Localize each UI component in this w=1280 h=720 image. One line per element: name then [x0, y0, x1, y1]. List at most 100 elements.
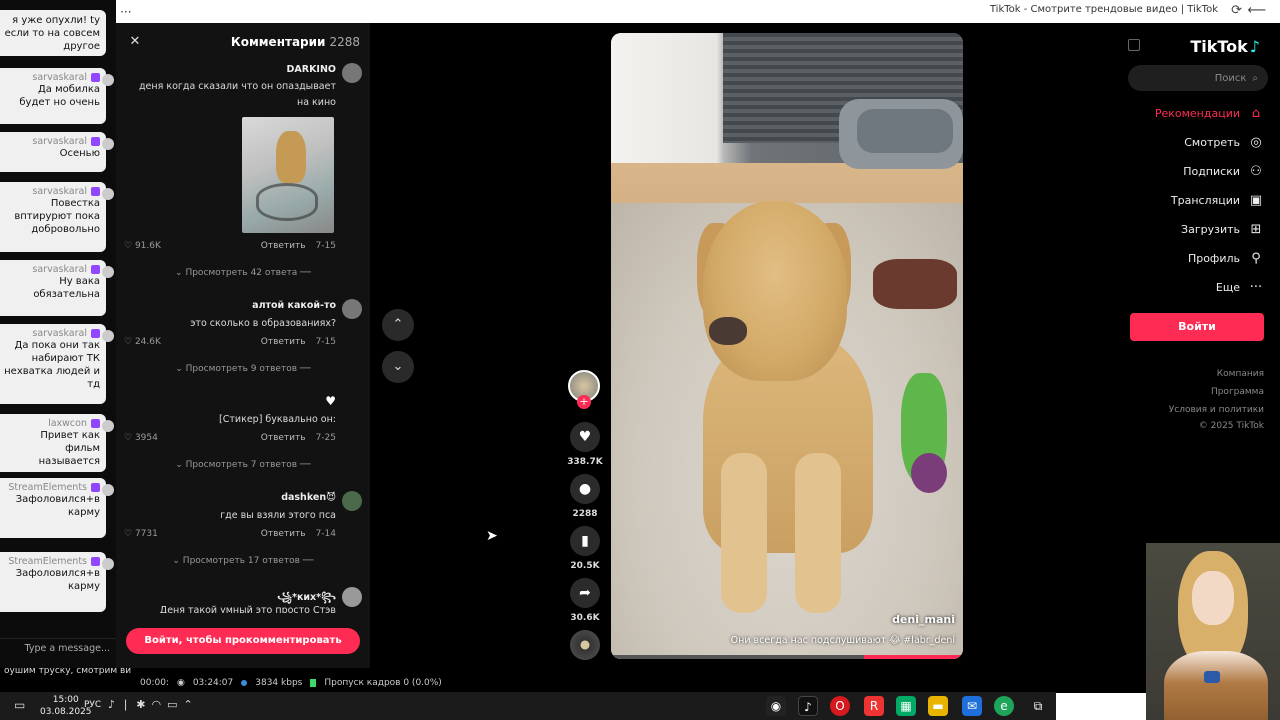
speaker-icon[interactable]: ♪ [108, 698, 115, 711]
comment-avatar[interactable] [342, 587, 362, 607]
comment-like-button[interactable]: ♡ 3954 [124, 433, 158, 443]
task-view-icon[interactable]: ⧉ [1028, 696, 1048, 716]
comment-like-count: 24.6K [134, 337, 161, 347]
bicycle-shape [256, 183, 318, 221]
app-icon-opera[interactable]: O [830, 696, 850, 716]
chat-username: sarvaskaral [4, 264, 100, 275]
view-replies-button[interactable]: ⌄ Просмотреть 42 ответа ── [116, 268, 370, 278]
twitch-badge-icon [91, 73, 100, 82]
reply-button[interactable]: Ответить [261, 337, 306, 347]
chat-username-text: sarvaskaral [32, 328, 87, 339]
app-icon-store[interactable]: ▦ [896, 696, 916, 716]
music-disc-icon[interactable] [570, 630, 600, 660]
nav-upload[interactable]: Загрузить ⊞ [1181, 219, 1264, 239]
comment-author[interactable]: ♥ [325, 394, 336, 408]
heart-icon[interactable]: ♥ [570, 422, 600, 452]
copyright: © 2025 TikTok [1198, 421, 1264, 431]
app-icon-folder[interactable]: ▬ [928, 696, 948, 716]
back-arrow-icon[interactable]: ⟵ [1247, 3, 1266, 18]
comment-author[interactable]: DARKINO [287, 64, 336, 75]
footer-link[interactable]: Условия и политики [1169, 405, 1264, 415]
webcam-bow [1204, 671, 1220, 683]
footer-link[interactable]: Программа [1211, 387, 1264, 397]
app-icon-tiktok[interactable]: ♪ [798, 696, 818, 716]
nav-live[interactable]: Трансляции ▣ [1171, 190, 1264, 210]
like-count: 338.7K [567, 457, 603, 467]
view-replies-button[interactable]: ⌄ Просмотреть 9 ответов ── [116, 364, 370, 374]
app-icon-r[interactable]: R [864, 696, 884, 716]
taskbar: ▭ 15:00 03.08.2025 РУС ♪ ❘ ✱ ◠ ▭ ⌃ ◉ ♪ O… [0, 692, 1056, 720]
chat-username: sarvaskaral [4, 72, 100, 83]
follow-plus-icon[interactable]: + [577, 395, 591, 409]
language-indicator[interactable]: РУС [84, 700, 101, 710]
view-replies-button[interactable]: ⌄ Просмотреть 17 ответов ── [116, 556, 370, 566]
comment-avatar[interactable] [342, 63, 362, 83]
chat-username-text: sarvaskaral [32, 72, 87, 83]
app-icon-record[interactable]: ◉ [766, 696, 786, 716]
system-tray: ♪ ❘ ✱ ◠ ▭ ⌃ [108, 698, 193, 711]
live-icon: ▣ [1249, 192, 1263, 208]
chat-username-text: StreamElements [8, 482, 87, 493]
recording-icon: ◉ [176, 678, 185, 688]
reply-button[interactable]: Ответить [261, 529, 306, 539]
comment-avatar[interactable] [342, 491, 362, 511]
comment-like-button[interactable]: ♡ 91.6K [124, 241, 161, 251]
microphone-icon[interactable]: ❘ [121, 698, 130, 711]
nav-label: Трансляции [1170, 193, 1240, 207]
comment-icon[interactable]: ● [570, 474, 600, 504]
view-replies-label: Просмотреть 17 ответов [182, 556, 300, 566]
app-icon-edge[interactable]: e [994, 696, 1014, 716]
nav-following[interactable]: Подписки ⚇ [1183, 161, 1264, 181]
nav-recommendations[interactable]: Рекомендации ⌂ [1155, 103, 1264, 123]
collapse-sidebar-icon[interactable] [1128, 39, 1140, 51]
dropped-frames: Пропуск кадров 0 (0.0%) [324, 678, 442, 688]
video-player[interactable]: deni_mani Они всегда нас подслушивают 😂 … [611, 33, 963, 659]
twitch-badge-icon [91, 329, 100, 338]
dog-head [703, 201, 847, 381]
comment-author[interactable]: алтой какой-то [252, 300, 336, 311]
search-input[interactable]: Поиск ⌕ [1128, 65, 1268, 91]
comment-like-button[interactable]: ♡ 7731 [124, 529, 158, 539]
video-progress-bar[interactable] [611, 655, 963, 659]
close-comments-icon[interactable]: ✕ [126, 33, 144, 51]
browser-menu-icon[interactable]: ··· [113, 0, 139, 23]
comment-time: 7-14 [315, 529, 336, 539]
bookmark-icon[interactable]: ▮ [570, 526, 600, 556]
save-count: 20.5K [570, 561, 600, 571]
chat-username: sarvaskaral [4, 328, 100, 339]
comment-attached-image[interactable] [242, 117, 334, 233]
reply-button[interactable]: Ответить [261, 241, 306, 251]
chat-input[interactable]: Type a message... [0, 638, 116, 658]
bluetooth-icon[interactable]: ✱ [136, 698, 145, 711]
nav-more[interactable]: Еще ··· [1216, 277, 1264, 297]
view-replies-button[interactable]: ⌄ Просмотреть 7 ответов ── [116, 460, 370, 470]
video-username[interactable]: deni_mani [892, 613, 955, 626]
notification-icon[interactable]: ▭ [14, 698, 25, 712]
reload-icon[interactable]: ⟳ [1231, 3, 1242, 18]
display-icon[interactable]: ▭ [167, 698, 177, 711]
app-icon-mail[interactable]: ✉ [962, 696, 982, 716]
tiktok-logo[interactable]: TikTok ♪ [1190, 37, 1260, 56]
comments-title: Комментарии [230, 35, 326, 49]
chat-message-text: другое [63, 41, 100, 52]
footer-link[interactable]: Компания [1217, 369, 1264, 379]
nav-profile[interactable]: Профиль ⚲ [1188, 248, 1264, 268]
login-to-comment-button[interactable]: Войти, чтобы прокомментировать [126, 628, 360, 654]
share-icon[interactable]: ➦ [570, 578, 600, 608]
reply-button[interactable]: Ответить [261, 433, 306, 443]
comment-avatar[interactable] [342, 299, 362, 319]
comment-time: 7-15 [315, 337, 336, 347]
nav-explore[interactable]: Смотреть ◎ [1184, 132, 1264, 152]
previous-video-button[interactable]: ⌃ [382, 309, 414, 341]
comment-like-button[interactable]: ♡ 24.6K [124, 337, 161, 347]
next-video-button[interactable]: ⌄ [382, 351, 414, 383]
nav-label: Загрузить [1181, 222, 1240, 236]
login-button[interactable]: Войти [1130, 313, 1264, 341]
tray-expand-icon[interactable]: ⌃ [183, 698, 192, 711]
chat-message-partial: я уже опухли! ty если то на совсем друго… [0, 10, 106, 56]
chat-message-text: Да пока они так набирают ТК нехватка люд… [4, 340, 100, 390]
wifi-icon[interactable]: ◠ [151, 698, 161, 711]
dog-bed-inner [857, 109, 953, 153]
comment-author[interactable]: dashken😈 [281, 492, 336, 503]
chat-message-text: Осенью [59, 148, 100, 159]
